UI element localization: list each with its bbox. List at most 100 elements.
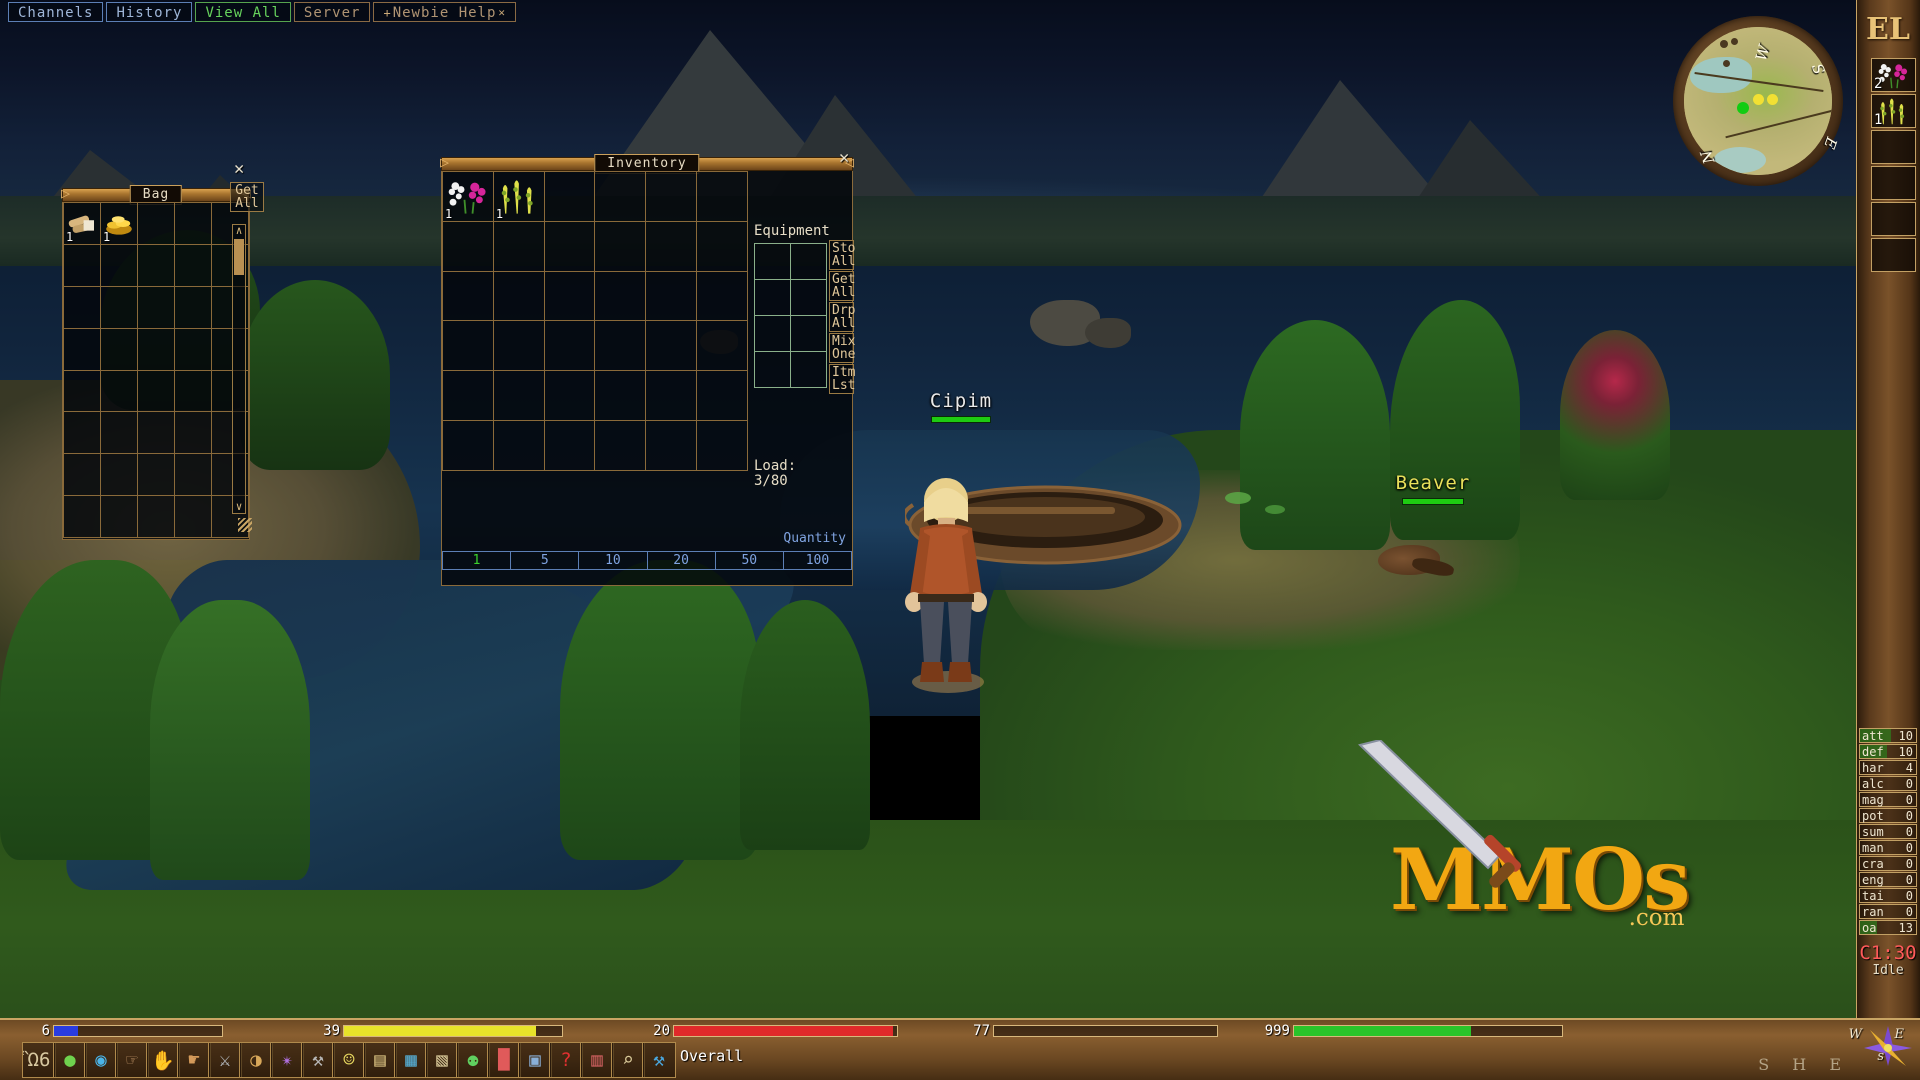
bag-window-titlebar[interactable]: ▷ ◁ Bag — [61, 185, 251, 205]
sword-icon[interactable]: ⚔ — [208, 1042, 242, 1078]
skill-row-har[interactable]: har 4 — [1859, 760, 1917, 775]
inventory-window-titlebar[interactable]: ▷ ◁ Inventory — [440, 154, 854, 174]
item-slot[interactable] — [138, 244, 175, 287]
map-icon[interactable]: ▦ — [394, 1042, 428, 1078]
item-slot[interactable] — [755, 352, 791, 388]
chat-tab-view-all[interactable]: View All — [195, 2, 291, 22]
help-icon[interactable]: ? — [549, 1042, 583, 1078]
item-slot[interactable] — [175, 286, 212, 329]
item-slot[interactable] — [64, 454, 101, 497]
search-icon[interactable]: ⌕ — [611, 1042, 645, 1078]
bag-resize-handle[interactable] — [238, 518, 252, 532]
item-slot[interactable] — [646, 271, 698, 322]
people-icon[interactable]: ⚉ — [456, 1042, 490, 1078]
item-slot[interactable] — [544, 371, 596, 422]
item-slot[interactable] — [595, 321, 647, 372]
item-slot[interactable] — [101, 244, 138, 287]
item-slot[interactable] — [64, 370, 101, 413]
item-slot[interactable] — [175, 370, 212, 413]
right-sidebar[interactable]: EL 2 1 att 10 def 10 har 4 alc 0 mag 0 pot 0 sum 0 man 0… — [1856, 0, 1920, 1080]
item-slot[interactable] — [175, 412, 212, 455]
skill-row-alc[interactable]: alc 0 — [1859, 776, 1917, 791]
skill-row-tai[interactable]: tai 0 — [1859, 888, 1917, 903]
item-slot[interactable] — [646, 321, 698, 372]
item-slot[interactable] — [138, 454, 175, 497]
item-slot[interactable] — [138, 286, 175, 329]
item-slot[interactable] — [646, 421, 698, 471]
item-slot[interactable] — [544, 321, 596, 372]
item-slot[interactable] — [697, 221, 748, 272]
drop-all-button[interactable]: Drp All — [829, 302, 855, 332]
skill-row-eng[interactable]: eng 0 — [1859, 872, 1917, 887]
inventory-window[interactable]: ▷ ◁ Inventory 11 Equipment Sto All Get All D… — [440, 150, 855, 586]
bottom-hud[interactable]: 6 39 20 77 999 Ὣ6 ● ◉ ☞ ✋ ☛ ⚔ ◑ ✴ ⚒ ☺ ▤ ▦ ▧ ⚉ █ ▣? ▥ ⌕ ⚒ Overal… — [0, 1018, 1920, 1080]
item-slot[interactable] — [101, 454, 138, 497]
trade-hand-icon[interactable]: ✋ — [146, 1042, 180, 1078]
item-slot[interactable] — [791, 352, 827, 388]
item-slot[interactable] — [64, 328, 101, 371]
mana-bar[interactable]: 6 — [20, 1023, 223, 1039]
item-slot[interactable]: 1 — [64, 203, 101, 245]
item-slot[interactable] — [443, 221, 494, 272]
item-slot[interactable] — [101, 370, 138, 413]
item-slot[interactable] — [443, 321, 494, 372]
item-slot[interactable] — [138, 328, 175, 371]
item-slot[interactable] — [493, 221, 545, 272]
item-slot[interactable] — [755, 280, 791, 316]
item-slot[interactable] — [138, 203, 175, 245]
item-slot[interactable] — [64, 244, 101, 287]
item-slot[interactable] — [791, 316, 827, 352]
skill-row-sum[interactable]: sum 0 — [1859, 824, 1917, 839]
item-slot[interactable] — [697, 421, 748, 471]
item-slot[interactable] — [493, 371, 545, 422]
quickbar-slot-4[interactable] — [1871, 166, 1916, 200]
item-slot[interactable] — [175, 496, 212, 538]
skill-row-cra[interactable]: cra 0 — [1859, 856, 1917, 871]
stats-chart-icon[interactable]: █ — [487, 1042, 521, 1078]
bag-item-grid[interactable]: 11 — [63, 202, 249, 538]
chat-tab-newbie-help[interactable]: + Newbie Help ✕ — [373, 2, 517, 22]
item-slot[interactable] — [595, 271, 647, 322]
inventory-action-buttons[interactable]: Sto All Get All Drp All Mix One Itm Lst — [829, 240, 855, 395]
bag-icon[interactable]: ◑ — [239, 1042, 273, 1078]
chat-tab-channels[interactable]: Channels — [8, 2, 104, 22]
chat-tab-server[interactable]: Server — [293, 2, 371, 22]
item-slot[interactable] — [175, 454, 212, 497]
item-slot[interactable]: 1 — [443, 172, 494, 222]
spell-icon[interactable]: ✴ — [270, 1042, 304, 1078]
close-icon[interactable]: ✕ — [498, 6, 506, 19]
item-slot[interactable] — [544, 421, 596, 471]
bag-window[interactable]: ▷ ◁ Bag 11 ✕ Get All ∧ ∨ — [61, 161, 264, 540]
item-slot[interactable] — [595, 421, 647, 471]
quantity-selector[interactable]: 1 5 10 20 50 100 — [442, 551, 852, 570]
scroll-icon[interactable]: ▤ — [363, 1042, 397, 1078]
hand-point-icon[interactable]: ☞ — [115, 1042, 149, 1078]
monitor-icon[interactable]: ▣ — [518, 1042, 552, 1078]
item-slot[interactable] — [697, 321, 748, 372]
minimap[interactable]: WSEN — [1673, 16, 1843, 186]
player-character[interactable] — [890, 478, 1000, 693]
store-all-button[interactable]: Sto All — [829, 240, 855, 270]
item-slot[interactable] — [595, 221, 647, 272]
item-slot[interactable] — [175, 203, 212, 245]
skill-row-att[interactable]: att 10 — [1859, 728, 1917, 743]
bag-scroll-thumb[interactable] — [234, 239, 244, 275]
quickbar-slot-1[interactable]: 2 — [1871, 58, 1916, 92]
walk-icon[interactable]: Ὣ6 — [22, 1042, 56, 1078]
item-slot[interactable] — [101, 328, 138, 371]
equipment-grid[interactable] — [754, 243, 827, 388]
encyclopedia-icon[interactable]: ▥ — [580, 1042, 614, 1078]
item-slot[interactable] — [697, 172, 748, 222]
item-slot[interactable] — [595, 172, 647, 222]
item-slot[interactable] — [443, 421, 494, 471]
scroll-down-icon[interactable]: ∨ — [233, 501, 245, 512]
emote-icon[interactable]: ☺ — [332, 1042, 366, 1078]
quantity-option-1[interactable]: 1 — [443, 552, 512, 569]
bag-close-button[interactable]: ✕ — [234, 161, 244, 178]
chat-tab-bar[interactable]: Channels History View All Server + Newbi… — [8, 2, 517, 24]
item-slot[interactable] — [64, 412, 101, 455]
bag-get-all-button[interactable]: Get All — [230, 182, 264, 212]
item-slot[interactable] — [646, 371, 698, 422]
item-slot[interactable] — [646, 172, 698, 222]
item-slot[interactable]: 1 — [493, 172, 545, 222]
